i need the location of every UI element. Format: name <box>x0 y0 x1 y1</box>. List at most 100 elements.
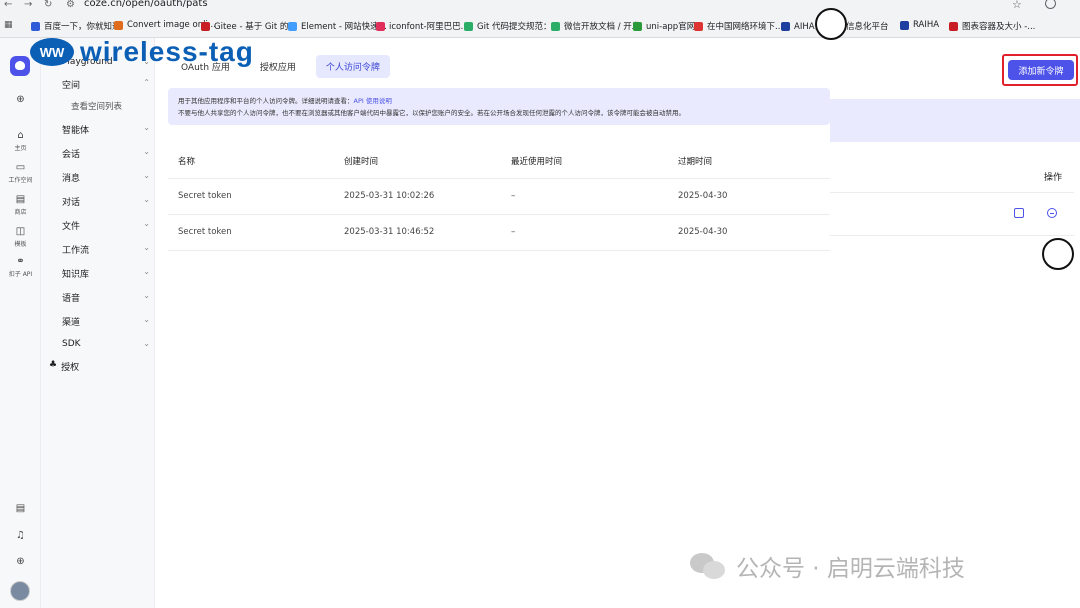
created-time: 2025-03-31 10:46:52 <box>344 227 435 237</box>
site-settings-icon[interactable]: ⚙ <box>66 0 75 10</box>
watermark: 公众号 · 启明云端科技 <box>690 549 965 583</box>
chevron-down-icon: ⌄ <box>143 171 150 180</box>
plus-circle-icon: ⊕ <box>16 94 25 105</box>
sidebar-item-knowledge[interactable]: 知识库 ⌄ <box>62 267 150 280</box>
add-new-token-button[interactable]: 添加新令牌 <box>1008 60 1074 80</box>
upgrade-button[interactable]: ⊕ <box>0 556 41 569</box>
table-header: 名称 创建时间 最近使用时间 过期时间 <box>168 143 830 179</box>
template-icon: ◫ <box>15 226 26 237</box>
wireless-tag-mark: WW <box>30 38 74 66</box>
api-docs-link[interactable]: API 使用说明 <box>354 97 392 105</box>
column-header: 创建时间 <box>344 157 379 167</box>
reload-icon[interactable]: ↻ <box>44 0 52 10</box>
bookmark-item[interactable]: 图表容器及大小 -... <box>949 20 1035 32</box>
sidebar-item-agent[interactable]: 智能体 ⌄ <box>62 123 150 136</box>
sidebar-subitem-list-spaces[interactable]: 查看空间列表 <box>71 100 122 112</box>
chevron-down-icon: ⌄ <box>143 123 150 132</box>
rail-item-workspace[interactable]: ▭ 工作空间 <box>0 162 41 184</box>
wechat-icon <box>690 551 728 581</box>
sidebar-item-voice[interactable]: 语音 ⌄ <box>62 291 150 304</box>
cursor-indicator <box>1042 238 1074 270</box>
sidebar-item-auth[interactable]: ♣ 授权 <box>49 360 137 373</box>
favicon-icon <box>551 21 560 31</box>
sidebar-item-channel[interactable]: 渠道 ⌄ <box>62 315 150 328</box>
bookmark-item[interactable]: 在中国网络环境下... <box>694 20 783 32</box>
forward-arrow-icon[interactable]: → <box>24 0 32 10</box>
home-icon: ⌂ <box>17 130 24 141</box>
document-icon: ▤ <box>15 503 26 514</box>
browser-chrome: ← → ↻ ⚙ coze.cn/open/oauth/pats ☆ ▦ 百度一下… <box>0 0 1080 38</box>
delete-icon[interactable] <box>1047 208 1057 218</box>
divider <box>830 235 1074 236</box>
apps-grid-icon[interactable]: ▦ <box>4 20 13 30</box>
sidebar-item-chat[interactable]: 对话 ⌄ <box>62 195 150 208</box>
address-bar-url[interactable]: coze.cn/open/oauth/pats <box>84 0 208 9</box>
chevron-up-icon: ⌃ <box>143 78 150 87</box>
profile-icon[interactable] <box>1045 0 1056 9</box>
sidebar-item-conversation[interactable]: 会话 ⌄ <box>62 147 150 160</box>
add-button-highlight: 添加新令牌 <box>1002 54 1078 86</box>
bookmark-item[interactable]: Git 代码提交规范：... <box>464 20 560 32</box>
edit-icon[interactable] <box>1014 208 1024 218</box>
token-name: Secret token <box>178 191 232 201</box>
chevron-down-icon: ⌄ <box>143 291 150 300</box>
bell-icon: ♫ <box>16 530 25 541</box>
chevron-down-icon: ⌄ <box>143 315 150 324</box>
sidebar-item-workflow[interactable]: 工作流 ⌄ <box>62 243 150 256</box>
chevron-down-icon: ⌄ <box>143 267 150 276</box>
notification-button[interactable]: ♫ <box>0 530 41 543</box>
last-used-time: – <box>511 191 516 201</box>
sidebar-item-file[interactable]: 文件 ⌄ <box>62 219 150 232</box>
rail-item-store[interactable]: ▤ 商店 <box>0 194 41 216</box>
favicon-icon <box>949 21 958 31</box>
favicon-icon <box>633 21 642 31</box>
back-arrow-icon[interactable]: ← <box>4 0 12 10</box>
last-used-time: – <box>511 227 516 237</box>
bookmark-item[interactable]: 信息化平台 <box>846 20 889 32</box>
docs-sidebar: Playground ⌄ 空间 ⌃ 查看空间列表 智能体 ⌄ 会话 ⌄ 消息 ⌄ 对话 ⌄ … <box>41 38 155 608</box>
token-name: Secret token <box>178 227 232 237</box>
chevron-down-icon: ⌄ <box>143 243 150 252</box>
bookmark-item[interactable]: uni-app官网 <box>633 20 695 32</box>
coze-logo-icon[interactable] <box>10 56 30 76</box>
chevron-down-icon: ⌄ <box>143 147 150 156</box>
favicon-icon <box>464 21 473 31</box>
rail-item-api[interactable]: ⚭ 扣子 API <box>0 256 41 278</box>
create-button[interactable]: ⊕ <box>0 94 41 107</box>
bookmark-item[interactable]: 百度一下，你就知道 <box>31 20 121 32</box>
info-notice: 用于其他应用程序和平台的个人访问令牌。详细说明请查看：API 使用说明 不要与他… <box>168 88 830 125</box>
bookmark-item[interactable]: Gitee - 基于 Git 的... <box>201 20 297 32</box>
expire-time: 2025-04-30 <box>678 191 728 201</box>
wireless-tag-logo: WW wireless-tag <box>30 36 254 68</box>
actions-column-header: 操作 <box>1044 173 1063 183</box>
avatar[interactable] <box>10 581 30 601</box>
favicon-icon <box>114 20 123 30</box>
favicon-icon <box>900 20 909 30</box>
table-row: Secret token 2025-03-31 10:46:52 – 2025-… <box>168 215 830 251</box>
token-table: 名称 创建时间 最近使用时间 过期时间 Secret token 2025-03… <box>168 143 830 251</box>
created-time: 2025-03-31 10:02:26 <box>344 191 435 201</box>
sidebar-item-space[interactable]: 空间 ⌃ <box>62 78 150 91</box>
arrow-up-circle-icon: ⊕ <box>16 556 25 567</box>
bookmark-item[interactable]: iconfont-阿里巴巴... <box>376 20 469 32</box>
rail-item-template[interactable]: ◫ 模板 <box>0 226 41 248</box>
bookmark-star-icon[interactable]: ☆ <box>1012 0 1022 11</box>
column-header: 最近使用时间 <box>511 157 563 167</box>
tab-authorized-apps[interactable]: 授权应用 <box>250 55 306 78</box>
browser-nav: ← → ↻ ⚙ coze.cn/open/oauth/pats ☆ <box>0 0 1080 12</box>
icon-rail: ⊕ ⌂ 主页 ▭ 工作空间 ▤ 商店 ◫ 模板 ⚭ 扣子 API ▤ ♫ ⊕ <box>0 38 41 608</box>
favicon-icon <box>288 21 297 31</box>
bookmark-item[interactable]: Element - 网站快速... <box>288 20 387 32</box>
sidebar-item-sdk[interactable]: SDK ⌄ <box>62 339 150 349</box>
bookmark-item[interactable]: 微信开放文档 / 开发 <box>551 20 640 32</box>
favicon-icon <box>694 21 703 31</box>
docs-button[interactable]: ▤ <box>0 503 41 516</box>
rail-item-home[interactable]: ⌂ 主页 <box>0 130 41 152</box>
favicon-icon <box>201 21 210 31</box>
favicon-icon <box>31 21 40 31</box>
column-header: 名称 <box>178 157 196 167</box>
sidebar-item-message[interactable]: 消息 ⌄ <box>62 171 150 184</box>
tab-personal-access-tokens[interactable]: 个人访问令牌 <box>315 55 390 78</box>
table-row: Secret token 2025-03-31 10:02:26 – 2025-… <box>168 179 830 215</box>
bookmark-item[interactable]: RAIHA <box>900 20 939 30</box>
